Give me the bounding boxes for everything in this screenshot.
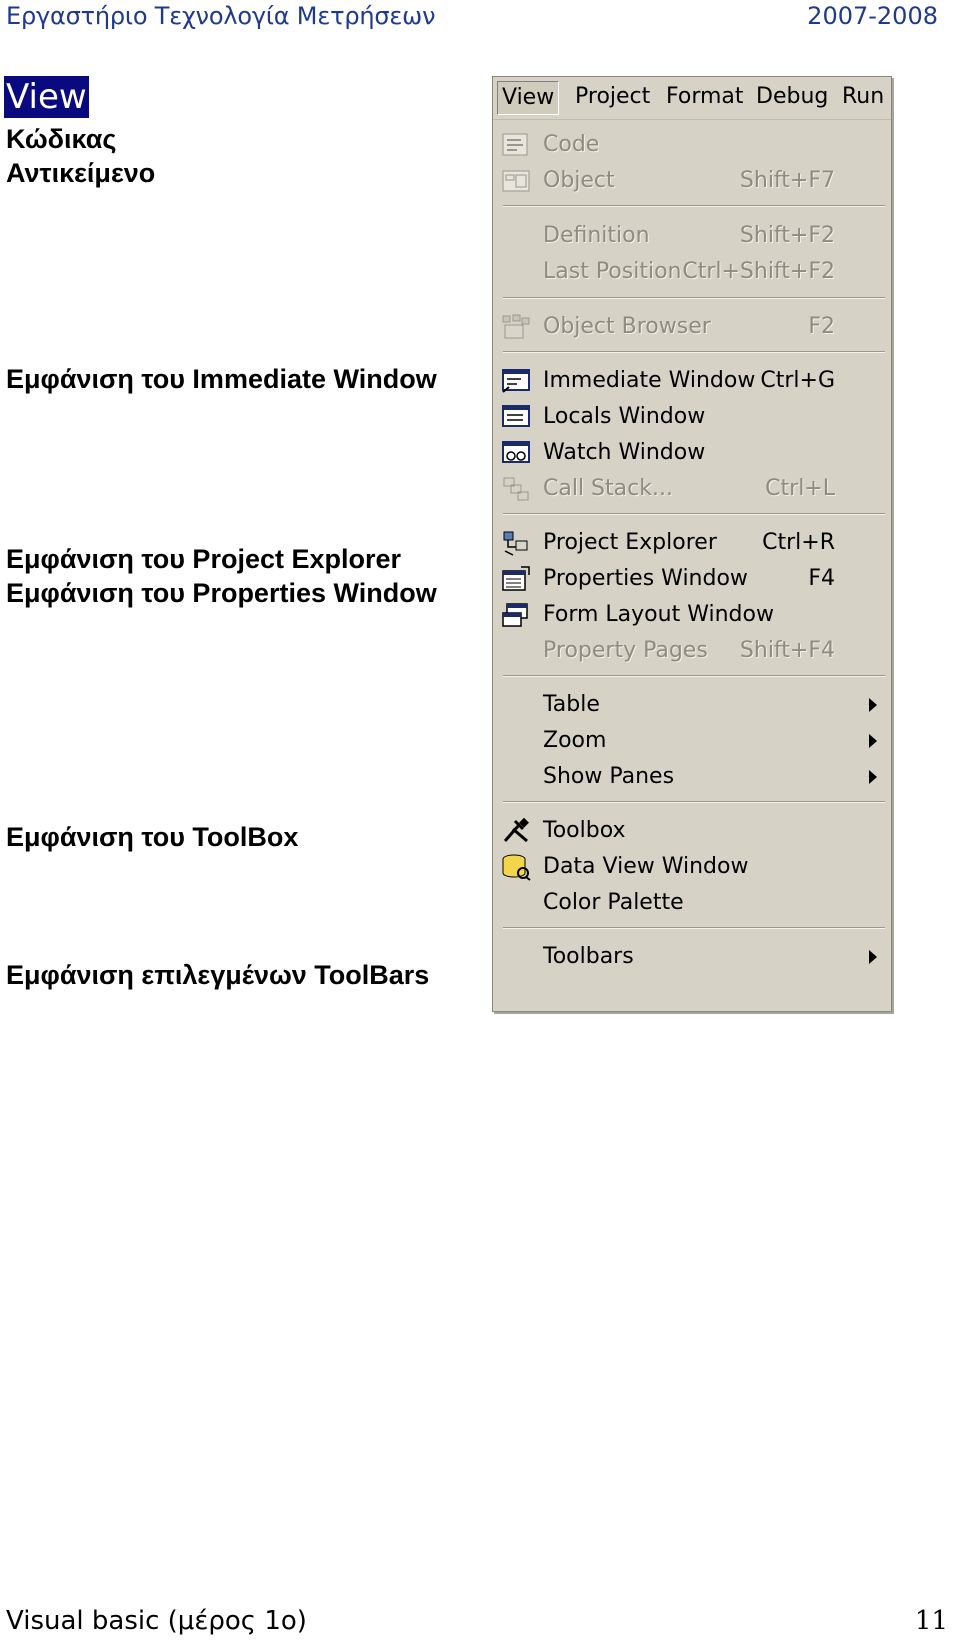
menu-item-label: Color Palette <box>543 890 684 915</box>
menu-item-toolbars[interactable]: Toolbars <box>493 939 891 975</box>
menubar: View Project Format Debug Run <box>493 77 891 120</box>
menu-item-label: Object Browser <box>543 314 711 339</box>
menu-item-zoom[interactable]: Zoom <box>493 723 891 759</box>
menu-separator <box>503 351 885 353</box>
menu-item-show-panes[interactable]: Show Panes <box>493 759 891 795</box>
menu-item-shortcut: Shift+F4 <box>739 638 835 663</box>
data-view-icon <box>502 854 531 881</box>
object-browser-icon <box>502 314 530 339</box>
menu-item-label: Object <box>543 168 615 193</box>
menu-item-form-layout-window[interactable]: Form Layout Window <box>493 597 891 633</box>
menu-item-data-view-window[interactable]: Data View Window <box>493 849 891 885</box>
page-number: 11 <box>914 1606 948 1636</box>
menubar-debug[interactable]: Debug <box>752 81 832 113</box>
label-project-explorer: Εμφάνιση του Project Explorer <box>6 544 402 574</box>
menu-item-label: Locals Window <box>543 404 706 429</box>
immediate-window-icon <box>502 369 530 393</box>
object-icon <box>502 170 530 192</box>
menu-item-label: Form Layout Window <box>543 602 774 627</box>
menu-item-object[interactable]: Object Shift+F7 <box>493 163 891 199</box>
menu-item-label: Table <box>543 692 600 717</box>
menu-item-shortcut: Shift+F7 <box>739 168 835 193</box>
header-title: Εργαστήριο Τεχνολογία Μετρήσεων <box>6 2 436 30</box>
menu-item-code[interactable]: Code <box>493 127 891 163</box>
submenu-arrow-icon <box>869 698 877 712</box>
menu-item-label: Toolbars <box>543 944 634 969</box>
watch-window-icon <box>502 441 530 463</box>
menubar-format[interactable]: Format <box>662 81 748 113</box>
menu-item-label: Properties Window <box>543 566 748 591</box>
menu-item-label: Definition <box>543 223 650 248</box>
menu-separator <box>503 675 885 677</box>
project-explorer-icon <box>503 531 528 556</box>
menu-separator <box>503 205 885 207</box>
menu-item-shortcut: Shift+F2 <box>739 223 835 248</box>
menu-separator <box>503 513 885 515</box>
menu-item-label: Last Position <box>543 259 682 284</box>
label-toolbars: Εμφάνιση επιλεγμένων ToolBars <box>6 960 430 990</box>
menu-item-properties-window[interactable]: Properties Window F4 <box>493 561 891 597</box>
menu-item-label: Show Panes <box>543 764 675 789</box>
menu-separator <box>503 297 885 299</box>
menu-item-label: Toolbox <box>543 818 626 843</box>
menu-item-shortcut: Ctrl+L <box>765 476 835 501</box>
menu-item-label: Project Explorer <box>543 530 717 555</box>
menubar-project[interactable]: Project <box>571 81 654 113</box>
menu-item-shortcut: F2 <box>808 314 835 339</box>
menu-item-label: Data View Window <box>543 854 749 879</box>
menu-item-watch-window[interactable]: Watch Window <box>493 435 891 471</box>
menu-item-label: Code <box>543 132 600 157</box>
form-layout-icon <box>502 603 528 627</box>
view-menu-screenshot: View Project Format Debug Run Code Objec… <box>492 76 892 1012</box>
label-code: Κώδικας <box>6 124 117 154</box>
menubar-run[interactable]: Run <box>838 81 888 113</box>
properties-window-icon <box>502 566 530 591</box>
toolbox-icon <box>503 817 529 843</box>
menu-item-shortcut: F4 <box>808 566 835 591</box>
menu-item-shortcut: Ctrl+R <box>762 530 835 555</box>
menu-item-property-pages[interactable]: Property Pages Shift+F4 <box>493 633 891 669</box>
code-icon <box>502 133 528 156</box>
menu-item-object-browser[interactable]: Object Browser F2 <box>493 309 891 345</box>
label-immediate-window: Εμφάνιση του Immediate Window <box>6 364 437 394</box>
menu-separator <box>503 927 885 929</box>
menu-item-definition[interactable]: Definition Shift+F2 <box>493 218 891 254</box>
menu-separator <box>503 801 885 803</box>
menu-item-locals-window[interactable]: Locals Window <box>493 399 891 435</box>
submenu-arrow-icon <box>869 950 877 964</box>
menu-item-label: Property Pages <box>543 638 708 663</box>
menubar-view[interactable]: View <box>497 81 560 115</box>
menu-item-call-stack[interactable]: Call Stack... Ctrl+L <box>493 471 891 507</box>
menu-item-shortcut: Ctrl+G <box>760 368 835 393</box>
label-object: Αντικείμενο <box>6 158 156 188</box>
section-title-view: View <box>4 76 89 118</box>
label-properties-window: Εμφάνιση του Properties Window <box>6 578 437 608</box>
menu-item-color-palette[interactable]: Color Palette <box>493 885 891 921</box>
footer-course: Visual basic (μέρος 1ο) <box>6 1606 307 1636</box>
menu-item-toolbox[interactable]: Toolbox <box>493 813 891 849</box>
menu-item-label: Call Stack... <box>543 476 673 501</box>
menu-item-label: Zoom <box>543 728 607 753</box>
locals-window-icon <box>502 405 530 427</box>
menu-item-label: Immediate Window <box>543 368 756 393</box>
submenu-arrow-icon <box>869 734 877 748</box>
menu-item-shortcut: Ctrl+Shift+F2 <box>682 259 835 284</box>
menu-item-last-position[interactable]: Last Position Ctrl+Shift+F2 <box>493 254 891 290</box>
menu-item-label: Watch Window <box>543 440 706 465</box>
menu-item-project-explorer[interactable]: Project Explorer Ctrl+R <box>493 525 891 561</box>
menu-item-immediate-window[interactable]: Immediate Window Ctrl+G <box>493 363 891 399</box>
submenu-arrow-icon <box>869 770 877 784</box>
menu-item-table[interactable]: Table <box>493 687 891 723</box>
call-stack-icon <box>503 477 529 501</box>
label-toolbox: Εμφάνιση του ToolBox <box>6 822 299 852</box>
header-year: 2007-2008 <box>807 2 938 30</box>
